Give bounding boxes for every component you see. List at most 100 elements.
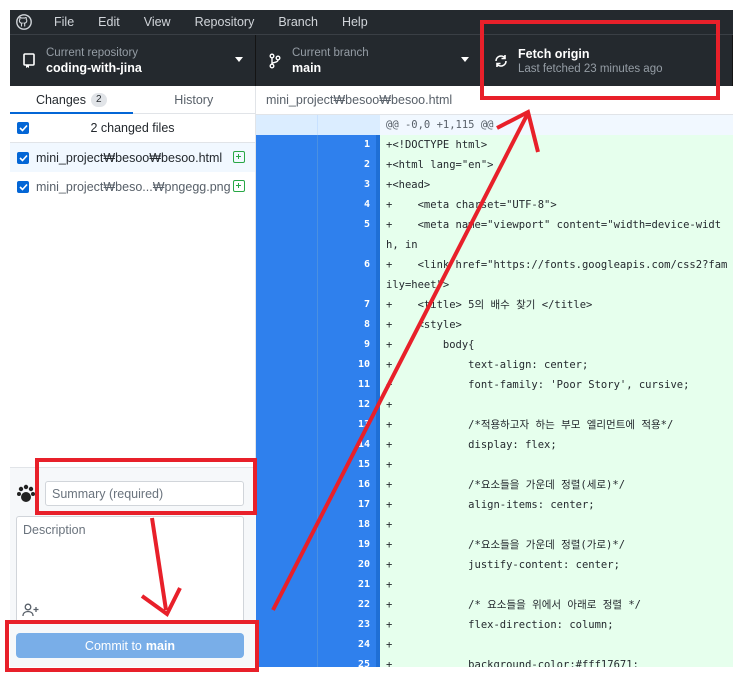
file-checkbox[interactable] (17, 151, 29, 164)
old-line-number (256, 335, 318, 355)
diff-code-text: +<head> (380, 175, 733, 195)
old-line-number (256, 595, 318, 615)
current-repository-button[interactable]: Current repository coding-with-jina (10, 35, 256, 86)
new-line-number: 15 (318, 455, 380, 475)
diff-code-text: + (380, 635, 733, 655)
old-line-number (256, 355, 318, 375)
tab-changes[interactable]: Changes 2 (10, 86, 133, 114)
old-line-number (256, 575, 318, 595)
diff-line: 14 + display: flex; (256, 435, 733, 455)
diff-line: 20 + justify-content: center; (256, 555, 733, 575)
diff-code-text: + <style> (380, 315, 733, 335)
old-line-number (256, 515, 318, 535)
new-line-number: 11 (318, 375, 380, 395)
file-added-icon (233, 180, 245, 192)
diff-line: 11 + font-family: 'Poor Story', cursive; (256, 375, 733, 395)
diff-line: 19 + /*요소들을 가운데 정렬(가로)*/ (256, 535, 733, 555)
old-line-number (256, 375, 318, 395)
diff-line: 7 + <title> 5의 배수 찾기 </title> (256, 295, 733, 315)
add-coauthor-icon[interactable] (22, 603, 40, 617)
branch-icon (260, 53, 290, 69)
old-line-number (256, 435, 318, 455)
diff-code-text: + <meta name="viewport" content="width=d… (380, 215, 733, 255)
menu-edit[interactable]: Edit (86, 10, 132, 34)
check-icon (18, 183, 28, 191)
diff-code-text: + <link href="https://fonts.googleapis.c… (380, 255, 733, 295)
check-icon (18, 154, 28, 162)
new-line-number: 24 (318, 635, 380, 655)
check-icon (18, 124, 28, 132)
diff-code-text: + align-items: center; (380, 495, 733, 515)
diff-line: 17 + align-items: center; (256, 495, 733, 515)
old-line-number (256, 635, 318, 655)
new-line-number: 21 (318, 575, 380, 595)
repo-icon (14, 52, 44, 69)
current-branch-value: main (292, 60, 322, 75)
file-list-item[interactable]: mini_project₩beso...₩pngegg.png (10, 172, 255, 201)
old-line-number (256, 535, 318, 555)
old-line-number (256, 415, 318, 435)
old-line-number (256, 615, 318, 635)
menu-file[interactable]: File (42, 10, 86, 34)
diff-line: 8 + <style> (256, 315, 733, 335)
changes-count-badge: 2 (90, 92, 107, 107)
diff-line: 25 + background-color:#fff17671; (256, 655, 733, 667)
diff-line: 21 + (256, 575, 733, 595)
current-repository-label: Current repository (46, 46, 139, 59)
diff-line: 18 + (256, 515, 733, 535)
changed-files-header: 2 changed files (10, 114, 255, 143)
new-line-number: 16 (318, 475, 380, 495)
diff-code-text: + /*요소들을 가운데 정렬(가로)*/ (380, 535, 733, 555)
description-field[interactable]: Description (16, 516, 244, 624)
diff-code-text: + body{ (380, 335, 733, 355)
diff-code-text: + /* 요소들을 위에서 아래로 정렬 */ (380, 595, 733, 615)
new-line-number: 23 (318, 615, 380, 635)
diff-code-text: + display: flex; (380, 435, 733, 455)
diff-line: 2 +<html lang="en"> (256, 155, 733, 175)
old-line-number (256, 455, 318, 475)
diff-line: 1 +<!DOCTYPE html> (256, 135, 733, 155)
menu-repository[interactable]: Repository (183, 10, 267, 34)
diff-line: 15 + (256, 455, 733, 475)
diff-line: 16 + /*요소들을 가운데 정렬(세로)*/ (256, 475, 733, 495)
diff-path-text: mini_project₩besoo₩besoo.html (266, 93, 453, 107)
old-line-number (256, 315, 318, 335)
changes-sidebar: Changes 2 History 2 changed files mini_p… (10, 86, 256, 667)
diff-view: @@ -0,0 +1,115 @@ 1 +<!DOCTYPE html> 2 +<ht… (256, 115, 733, 667)
diff-code-text: + /*적용하고자 하는 부모 엘리먼트에 적용*/ (380, 415, 733, 435)
diff-code-text: + (380, 515, 733, 535)
select-all-checkbox[interactable] (17, 122, 29, 134)
old-line-number (256, 135, 318, 155)
diff-code-text: + justify-content: center; (380, 555, 733, 575)
new-line-number: 2 (318, 155, 380, 175)
annotation-box-summary (35, 458, 257, 515)
current-branch-button[interactable]: Current branch main (256, 35, 482, 86)
annotation-box-fetch (480, 20, 720, 100)
tab-history-label: History (174, 92, 214, 107)
menu-view[interactable]: View (132, 10, 183, 34)
menu-help[interactable]: Help (330, 10, 380, 34)
file-checkbox[interactable] (17, 180, 29, 193)
diff-line: 24 + (256, 635, 733, 655)
file-added-icon (233, 151, 245, 163)
new-line-number: 17 (318, 495, 380, 515)
old-line-number (256, 255, 318, 295)
file-list-item[interactable]: mini_project₩besoo₩besoo.html (10, 143, 255, 172)
new-line-number: 18 (318, 515, 380, 535)
diff-code-text: + (380, 575, 733, 595)
menu-branch[interactable]: Branch (266, 10, 330, 34)
annotation-box-commit (5, 620, 259, 672)
old-line-number (256, 475, 318, 495)
tab-history[interactable]: History (133, 86, 256, 113)
current-repository-value: coding-with-jina (46, 60, 142, 75)
new-line-number: 1 (318, 135, 380, 155)
diff-line: 10 + text-align: center; (256, 355, 733, 375)
new-line-number: 20 (318, 555, 380, 575)
diff-code-text: +<html lang="en"> (380, 155, 733, 175)
diff-line: 13 + /*적용하고자 하는 부모 엘리먼트에 적용*/ (256, 415, 733, 435)
diff-code-text: + (380, 455, 733, 475)
diff-line: 3 +<head> (256, 175, 733, 195)
diff-line: 6 + <link href="https://fonts.googleapis.… (256, 255, 733, 295)
hunk-header: @@ -0,0 +1,115 @@ (256, 115, 733, 135)
old-line-number (256, 155, 318, 175)
